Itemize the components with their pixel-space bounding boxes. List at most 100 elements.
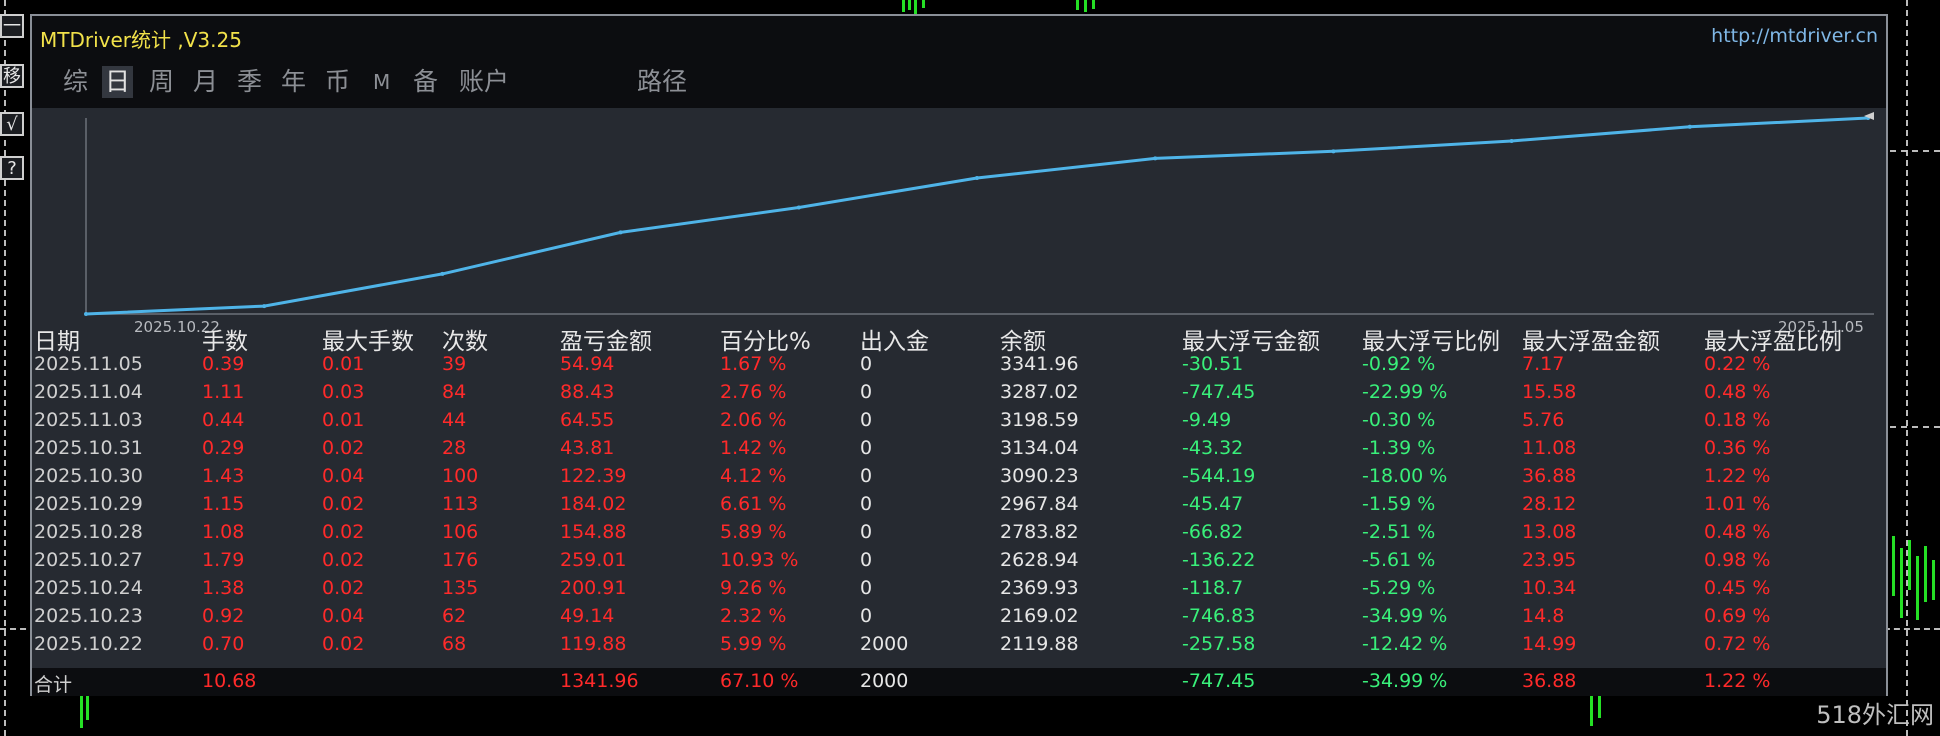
cell-balance: 2967.84 xyxy=(1000,493,1079,515)
cell-max-float-profit-ratio: 0.45 % xyxy=(1704,577,1771,599)
cell-max-float-profit: 13.08 xyxy=(1522,521,1577,543)
cell-balance: 2369.93 xyxy=(1000,577,1079,599)
balance-point-2 xyxy=(440,271,445,276)
cell-count: 39 xyxy=(442,353,467,375)
cell-max-float-loss-ratio: -0.30 % xyxy=(1362,409,1436,431)
side-button-move[interactable]: 移 xyxy=(0,64,24,88)
cell-max-float-loss-ratio: -18.00 % xyxy=(1362,465,1448,487)
total-cell-max-float-loss: -747.45 xyxy=(1182,670,1256,692)
table-row[interactable]: 2025.10.28 1.08 0.02 106 154.88 5.89 % 0 2783.8… xyxy=(32,520,1886,548)
cell-max-lots: 0.04 xyxy=(322,605,365,627)
cell-max-float-profit-ratio: 0.48 % xyxy=(1704,521,1771,543)
header-count[interactable]: 次数 xyxy=(442,322,488,356)
tab-summary[interactable]: 综 xyxy=(60,66,91,98)
tab-currency[interactable]: 币 xyxy=(322,66,353,98)
cell-date: 2025.10.30 xyxy=(34,465,143,487)
cell-max-float-loss-ratio: -22.99 % xyxy=(1362,381,1448,403)
header-max-float-profit[interactable]: 最大浮盈金额 xyxy=(1522,322,1660,356)
cell-max-float-loss: -118.7 xyxy=(1182,577,1244,599)
side-button-confirm[interactable]: √ xyxy=(0,112,24,136)
cell-max-lots: 0.03 xyxy=(322,381,365,403)
tab-account[interactable]: 账户 xyxy=(456,66,512,98)
table-row[interactable]: 2025.10.24 1.38 0.02 135 200.91 9.26 % 0 2369.9… xyxy=(32,576,1886,604)
header-max-float-loss[interactable]: 最大浮亏金额 xyxy=(1182,322,1320,356)
website-link[interactable]: http://mtdriver.cn xyxy=(1711,25,1878,47)
table-row[interactable]: 2025.10.29 1.15 0.02 113 184.02 6.61 % 0 2967.8… xyxy=(32,492,1886,520)
header-max-float-profit-ratio[interactable]: 最大浮盈比例 xyxy=(1704,322,1842,356)
tab-weekly[interactable]: 周 xyxy=(146,66,177,98)
cell-count: 44 xyxy=(442,409,467,431)
cell-max-lots: 0.01 xyxy=(322,353,365,375)
cell-max-float-profit-ratio: 0.72 % xyxy=(1704,633,1771,655)
header-deposit[interactable]: 出入金 xyxy=(860,322,929,356)
tab-path[interactable]: 路径 xyxy=(634,66,690,98)
cell-max-float-loss: -43.32 xyxy=(1182,437,1244,459)
side-button-minimize[interactable]: 一 xyxy=(0,14,24,38)
cell-balance: 3134.04 xyxy=(1000,437,1079,459)
table-row[interactable]: 2025.11.05 0.39 0.01 39 54.94 1.67 % 0 3341.96 -… xyxy=(32,352,1886,380)
balance-chart: 2025.10.22 2025.11.05 xyxy=(52,108,1874,336)
tab-quarterly[interactable]: 季 xyxy=(234,66,265,98)
table-row[interactable]: 2025.10.22 0.70 0.02 68 119.88 5.99 % 2000 2119… xyxy=(32,632,1886,660)
cell-lots: 1.79 xyxy=(202,549,245,571)
tab-monthly[interactable]: 月 xyxy=(190,66,221,98)
cell-balance: 3198.59 xyxy=(1000,409,1079,431)
chart-background xyxy=(52,108,1874,318)
cell-max-lots: 0.02 xyxy=(322,437,365,459)
balance-point-4 xyxy=(796,205,801,210)
cell-date: 2025.10.23 xyxy=(34,605,143,627)
table-row[interactable]: 2025.10.30 1.43 0.04 100 122.39 4.12 % 0 3090.2… xyxy=(32,464,1886,492)
cell-deposit: 0 xyxy=(860,409,873,431)
cell-pnl: 88.43 xyxy=(560,381,615,403)
cell-balance: 2119.88 xyxy=(1000,633,1079,655)
header-percent[interactable]: 百分比% xyxy=(720,322,811,356)
table-row[interactable]: 2025.11.03 0.44 0.01 44 64.55 2.06 % 0 3198.59 -… xyxy=(32,408,1886,436)
header-max-float-loss-ratio[interactable]: 最大浮亏比例 xyxy=(1362,322,1500,356)
tab-bar: 综 日 周 月 季 年 币 M 备 账户 路径 xyxy=(32,58,1886,108)
cell-max-float-loss: -45.47 xyxy=(1182,493,1244,515)
cell-balance: 3341.96 xyxy=(1000,353,1079,375)
table-row[interactable]: 2025.10.27 1.79 0.02 176 259.01 10.93 % 0 2628.… xyxy=(32,548,1886,576)
cell-lots: 0.70 xyxy=(202,633,245,655)
header-lots[interactable]: 手数 xyxy=(202,322,248,356)
header-date[interactable]: 日期 xyxy=(34,322,80,356)
cell-max-float-loss-ratio: -34.99 % xyxy=(1362,605,1448,627)
tab-daily[interactable]: 日 xyxy=(102,66,134,98)
cell-max-float-profit: 15.58 xyxy=(1522,381,1577,403)
header-pnl[interactable]: 盈亏金额 xyxy=(560,322,652,356)
cell-deposit: 0 xyxy=(860,437,873,459)
tab-m[interactable]: M xyxy=(370,66,393,98)
cell-date: 2025.10.29 xyxy=(34,493,143,515)
cell-max-float-profit: 5.76 xyxy=(1522,409,1565,431)
side-button-help[interactable]: ? xyxy=(0,156,24,180)
cell-percent: 9.26 % xyxy=(720,577,787,599)
total-cell-pnl: 1341.96 xyxy=(560,670,639,692)
cell-max-float-profit: 28.12 xyxy=(1522,493,1577,515)
table-row[interactable]: 2025.10.31 0.29 0.02 28 43.81 1.42 % 0 3134.04 -… xyxy=(32,436,1886,464)
total-cell-max-float-loss-ratio: -34.99 % xyxy=(1362,670,1448,692)
cell-max-float-loss-ratio: -0.92 % xyxy=(1362,353,1436,375)
balance-point-3 xyxy=(618,230,623,235)
cell-percent: 4.12 % xyxy=(720,465,787,487)
cell-max-float-profit: 7.17 xyxy=(1522,353,1565,375)
cell-percent: 5.99 % xyxy=(720,633,787,655)
tab-yearly[interactable]: 年 xyxy=(278,66,309,98)
table-row[interactable]: 2025.10.23 0.92 0.04 62 49.14 2.32 % 0 2169.02 -… xyxy=(32,604,1886,632)
cell-percent: 2.32 % xyxy=(720,605,787,627)
cell-max-float-profit-ratio: 1.01 % xyxy=(1704,493,1771,515)
cell-date: 2025.10.24 xyxy=(34,577,143,599)
balance-point-5 xyxy=(975,176,979,181)
header-max-lots[interactable]: 最大手数 xyxy=(322,322,414,356)
cell-deposit: 0 xyxy=(860,605,873,627)
cell-percent: 2.06 % xyxy=(720,409,787,431)
table-row[interactable]: 2025.11.04 1.11 0.03 84 88.43 2.76 % 0 3287.02 -… xyxy=(32,380,1886,408)
cell-count: 113 xyxy=(442,493,479,515)
watermark: 518外汇网 xyxy=(1816,701,1934,729)
cell-pnl: 259.01 xyxy=(560,549,627,571)
cell-max-float-loss-ratio: -2.51 % xyxy=(1362,521,1436,543)
cell-count: 135 xyxy=(442,577,479,599)
header-balance[interactable]: 余额 xyxy=(1000,322,1046,356)
tab-notes[interactable]: 备 xyxy=(410,66,441,98)
cell-count: 68 xyxy=(442,633,467,655)
cell-lots: 0.44 xyxy=(202,409,245,431)
